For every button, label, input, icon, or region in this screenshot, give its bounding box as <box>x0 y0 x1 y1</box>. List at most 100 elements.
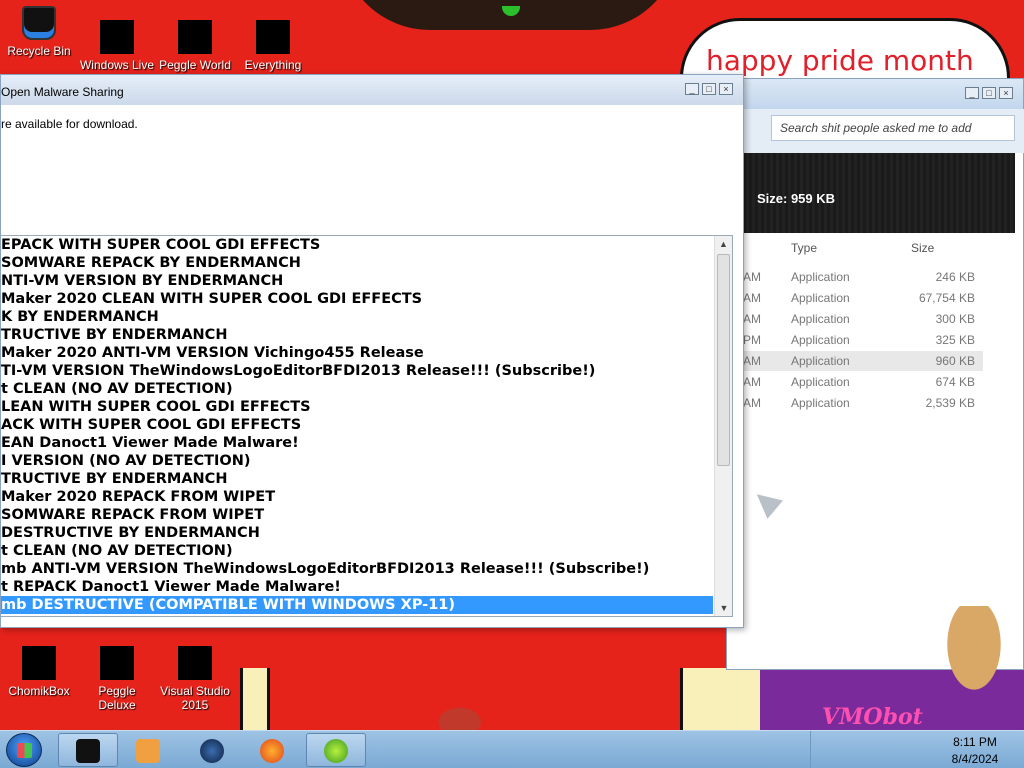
file-row[interactable]: AM Application 674 KB <box>743 372 983 392</box>
desktop-icon-label: Recycle Bin <box>7 44 71 58</box>
file-row-type: Application <box>791 375 850 389</box>
search-input[interactable]: Search shit people asked me to add <box>771 115 1015 141</box>
close-icon[interactable]: × <box>719 83 733 95</box>
list-item[interactable]: K BY ENDERMANCH <box>1 308 732 326</box>
file-row-size: 246 KB <box>935 270 975 284</box>
desktop-icon-recycle-bin[interactable]: Recycle Bin <box>0 6 78 58</box>
visual-studio-icon <box>178 646 212 680</box>
minimize-icon[interactable]: _ <box>685 83 699 95</box>
file-row[interactable]: AM Application 246 KB <box>743 267 983 287</box>
scroll-up-icon[interactable]: ▲ <box>715 236 732 252</box>
file-row-time: AM <box>743 291 761 305</box>
file-row-size: 325 KB <box>935 333 975 347</box>
file-row-time: PM <box>743 333 761 347</box>
taskbar: 8:11 PM 8/4/2024 <box>0 730 1024 768</box>
list-item[interactable]: t REPACK Danoct1 Viewer Made Malware! <box>1 578 732 596</box>
list-item[interactable]: I VERSION (NO AV DETECTION) <box>1 452 732 470</box>
list-item[interactable]: TRUCTIVE BY ENDERMANCH <box>1 326 732 344</box>
desktop-icon-label: Peggle World <box>159 58 231 72</box>
scroll-thumb[interactable] <box>717 254 730 466</box>
close-icon[interactable]: × <box>999 87 1013 99</box>
file-row-time: AM <box>743 270 761 284</box>
minimize-icon[interactable]: _ <box>965 87 979 99</box>
everything-icon <box>256 20 290 54</box>
globe-icon <box>200 739 224 763</box>
wallpaper-yellow-shape <box>240 668 270 730</box>
file-row-time: AM <box>743 375 761 389</box>
list-item[interactable]: DESTRUCTIVE BY ENDERMANCH <box>1 524 732 542</box>
file-row[interactable]: PM Application 325 KB <box>743 330 983 350</box>
list-item[interactable]: mb DESTRUCTIVE (COMPATIBLE WITH WINDOWS … <box>1 596 713 614</box>
start-button[interactable] <box>6 733 42 767</box>
list-item[interactable]: SOMWARE REPACK FROM WIPET <box>1 506 732 524</box>
media-player-icon <box>136 739 160 763</box>
list-item[interactable]: Maker 2020 CLEAN WITH SUPER COOL GDI EFF… <box>1 290 732 308</box>
clock-date[interactable]: 8/4/2024 <box>935 752 1015 766</box>
file-row-size: 960 KB <box>935 354 975 368</box>
list-item[interactable]: SOMWARE REPACK BY ENDERMANCH <box>1 254 732 272</box>
list-item[interactable]: mb ANTI-VM VERSION TheWindowsLogoEditorB… <box>1 560 732 578</box>
list-item[interactable]: Maker 2020 ANTI-VM VERSION Vichingo455 R… <box>1 344 732 362</box>
hamster-icon <box>940 606 1008 702</box>
list-item[interactable]: LEAN WITH SUPER COOL GDI EFFECTS <box>1 398 732 416</box>
file-row-type: Application <box>791 312 850 326</box>
peggle-world-icon <box>178 20 212 54</box>
list-item[interactable]: EPACK WITH SUPER COOL GDI EFFECTS <box>1 236 732 254</box>
desktop-icon-label: ChomikBox <box>8 684 70 698</box>
malware-sharing-dialog[interactable]: Open Malware Sharing _ □ × re available … <box>0 74 744 628</box>
column-header-type[interactable]: Type <box>791 241 817 255</box>
file-row-type: Application <box>791 270 850 284</box>
maximize-icon[interactable]: □ <box>702 83 716 95</box>
dialog-title-bar[interactable]: Open Malware Sharing <box>1 75 743 105</box>
green-app-icon <box>324 739 348 763</box>
desktop-icon-windows-live[interactable]: Windows Live <box>78 20 156 72</box>
desktop-icon-peggle-deluxe[interactable]: Peggle Deluxe <box>78 646 156 712</box>
desktop-icon-label: Peggle Deluxe <box>98 684 136 712</box>
maximize-icon[interactable]: □ <box>982 87 996 99</box>
wallpaper-yellow-shape <box>680 668 770 730</box>
dialog-title: Open Malware Sharing <box>1 85 124 99</box>
recycle-bin-icon <box>22 6 56 40</box>
dialog-message: re available for download. <box>1 117 138 131</box>
file-row-time: AM <box>743 396 761 410</box>
list-item[interactable]: EAN Danoct1 Viewer Made Malware! <box>1 434 732 452</box>
list-item[interactable]: NTI-VM VERSION BY ENDERMANCH <box>1 272 732 290</box>
desktop-icon-chomikbox[interactable]: ChomikBox <box>0 646 78 698</box>
terminal-icon <box>76 739 100 763</box>
file-row-size: 300 KB <box>935 312 975 326</box>
file-row-type: Application <box>791 396 850 410</box>
vertical-scrollbar[interactable]: ▲ ▼ <box>714 236 732 616</box>
chomikbox-icon <box>22 646 56 680</box>
taskbar-button-media-player[interactable] <box>118 733 178 767</box>
explorer-window[interactable]: _ □ × Search shit people asked me to add… <box>726 78 1024 670</box>
file-row-size: 674 KB <box>935 375 975 389</box>
list-item[interactable]: Maker 2020 REPACK FROM WIPET <box>1 488 732 506</box>
file-row-type: Application <box>791 354 850 368</box>
column-header-size[interactable]: Size <box>911 241 934 255</box>
scroll-down-icon[interactable]: ▼ <box>715 600 732 616</box>
file-row-size: 67,754 KB <box>918 291 975 305</box>
taskbar-button-firefox[interactable] <box>242 733 302 767</box>
file-row[interactable]: AM Application 300 KB <box>743 309 983 329</box>
malware-list[interactable]: EPACK WITH SUPER COOL GDI EFFECTS SOMWARE… <box>1 235 733 617</box>
taskbar-button-green-app[interactable] <box>306 733 366 767</box>
file-row[interactable]: AM Application 2,539 KB <box>743 393 983 413</box>
file-row-time: AM <box>743 354 761 368</box>
desktop-icon-label: Visual Studio 2015 <box>160 684 230 712</box>
desktop-icon-label: Windows Live <box>79 58 155 72</box>
taskbar-button-terminal[interactable] <box>58 733 118 767</box>
list-item[interactable]: t CLEAN (NO AV DETECTION) <box>1 380 732 398</box>
file-row[interactable]: AM Application 67,754 KB <box>743 288 983 308</box>
list-item[interactable]: t CLEAN (NO AV DETECTION) <box>1 542 732 560</box>
desktop-icon-peggle-world[interactable]: Peggle World <box>156 20 234 72</box>
desktop-icon-everything[interactable]: Everything <box>234 20 312 72</box>
taskbar-button-globe[interactable] <box>182 733 242 767</box>
list-item[interactable]: TRUCTIVE BY ENDERMANCH <box>1 470 732 488</box>
file-row[interactable]: AM Application 960 KB <box>743 351 983 371</box>
clock-time[interactable]: 8:11 PM <box>935 735 1015 749</box>
list-item[interactable]: ACK WITH SUPER COOL GDI EFFECTS <box>1 416 732 434</box>
desktop-icon-visual-studio[interactable]: Visual Studio 2015 <box>156 646 234 712</box>
list-item[interactable]: TI-VM VERSION TheWindowsLogoEditorBFDI20… <box>1 362 732 380</box>
peggle-deluxe-icon <box>100 646 134 680</box>
wallpaper-logo: VMObot <box>822 704 923 730</box>
